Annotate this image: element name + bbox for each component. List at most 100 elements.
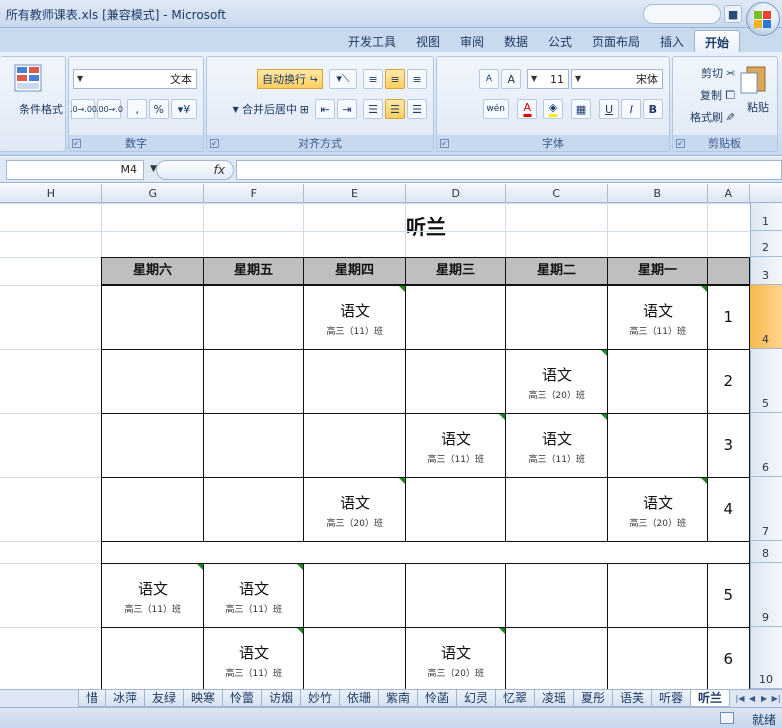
sheet-tab-7[interactable]: 怜菡 xyxy=(416,690,457,707)
timetable-cell[interactable] xyxy=(303,413,406,478)
ribbon-tab-1[interactable]: 插入 xyxy=(650,30,694,54)
name-box[interactable]: M4 ▼ xyxy=(6,160,157,180)
cut-button[interactable]: ✂ 剪切 xyxy=(701,63,735,83)
timetable-cell[interactable]: 语文 高三（11）班 xyxy=(405,413,506,478)
formula-input[interactable] xyxy=(236,160,782,180)
row-header-5[interactable]: 5 xyxy=(750,349,782,413)
period-number-cell[interactable]: 3 xyxy=(707,413,750,478)
align-bottom-icon[interactable]: ≡ xyxy=(363,69,383,89)
sheet-tab-10[interactable]: 妙竹 xyxy=(299,690,340,707)
timetable-cell[interactable] xyxy=(607,413,708,478)
grow-font-button[interactable]: A xyxy=(501,69,521,89)
period-number-cell[interactable]: 6 xyxy=(707,627,750,689)
sheet-tab-5[interactable]: 忆翠 xyxy=(494,690,535,707)
row-header-7[interactable]: 7 xyxy=(750,477,782,541)
row-header-1[interactable]: 1 xyxy=(750,203,782,231)
sheet-tab-2[interactable]: 语芙 xyxy=(611,690,652,707)
font-launcher[interactable]: ↘ xyxy=(440,139,449,148)
sheet-tab-1[interactable]: 听蓉 xyxy=(650,690,691,707)
next-sheet-icon[interactable]: ▶ xyxy=(746,690,758,707)
timetable-cell[interactable]: 语文 高三（20）班 xyxy=(405,627,506,689)
macro-record-icon[interactable] xyxy=(720,712,734,724)
bold-button[interactable]: B xyxy=(643,99,663,119)
column-header-A[interactable]: A xyxy=(708,184,750,203)
sheet-tab-11[interactable]: 访烟 xyxy=(260,690,301,707)
paste-button[interactable]: 粘贴 xyxy=(747,97,769,117)
column-header-E[interactable]: E xyxy=(304,184,406,203)
increase-indent-icon[interactable]: ⇥ xyxy=(315,99,335,119)
underline-button[interactable]: U xyxy=(599,99,619,119)
align-center-icon[interactable]: ☰ xyxy=(385,99,405,119)
ribbon-tab-5[interactable]: 审阅 xyxy=(450,30,494,54)
decrease-decimal-button[interactable]: .0→.00 xyxy=(69,99,97,119)
timetable-cell[interactable] xyxy=(405,349,506,414)
office-button[interactable] xyxy=(746,2,780,36)
clipboard-launcher[interactable]: ↘ xyxy=(676,139,685,148)
borders-icon[interactable]: ▦ xyxy=(571,99,591,119)
comma-button[interactable]: , xyxy=(127,99,147,119)
ribbon-tab-2[interactable]: 页面布局 xyxy=(582,30,650,54)
font-name-select[interactable]: 宋体 ▼ xyxy=(571,69,663,89)
timetable-cell[interactable] xyxy=(303,563,406,628)
sheet-tab-15[interactable]: 冰萍 xyxy=(104,690,145,707)
column-header-G[interactable]: G xyxy=(102,184,204,203)
sheet-tab-13[interactable]: 映寒 xyxy=(182,690,223,707)
format-painter-button[interactable]: ✎ 格式刷 xyxy=(690,107,735,127)
ribbon-tab-4[interactable]: 数据 xyxy=(494,30,538,54)
align-middle-icon[interactable]: ≡ xyxy=(385,69,405,89)
sheet-tab-9[interactable]: 依珊 xyxy=(338,690,379,707)
row-header-4[interactable]: 4 xyxy=(750,285,782,349)
column-header-C[interactable]: C xyxy=(506,184,608,203)
timetable-cell[interactable]: 语文 高三（11）班 xyxy=(303,285,406,350)
timetable-cell[interactable] xyxy=(607,563,708,628)
sheet-tab-4[interactable]: 凌瑶 xyxy=(533,690,574,707)
sheet-tab-0[interactable]: 听兰 xyxy=(689,690,730,707)
insert-function-button[interactable]: fx xyxy=(156,160,234,180)
align-left-icon[interactable]: ☰ xyxy=(407,99,427,119)
number-launcher[interactable]: ↘ xyxy=(72,139,81,148)
timetable-cell[interactable]: 语文 高三（20）班 xyxy=(505,349,608,414)
ribbon-tab-6[interactable]: 视图 xyxy=(406,30,450,54)
align-top-icon[interactable]: ≡ xyxy=(407,69,427,89)
period-number-cell[interactable]: 4 xyxy=(707,477,750,542)
worksheet-grid[interactable]: 听兰 星期一 星期二 星期三 星期四 星期五 星期六 1 语文 高三（11）班 语文 高三（11）班… xyxy=(0,203,750,689)
timetable-cell[interactable] xyxy=(101,413,204,478)
timetable-cell[interactable]: 语文 高三（11）班 xyxy=(505,413,608,478)
timetable-cell[interactable] xyxy=(405,477,506,542)
orientation-icon[interactable]: ⟋▾ xyxy=(329,69,357,89)
timetable-cell[interactable] xyxy=(303,349,406,414)
timetable-cell[interactable] xyxy=(405,285,506,350)
period-number-cell[interactable]: 2 xyxy=(707,349,750,414)
font-size-select[interactable]: 11 ▼ xyxy=(527,69,569,89)
timetable-cell[interactable] xyxy=(203,477,304,542)
timetable-cell[interactable] xyxy=(203,285,304,350)
timetable-cell[interactable] xyxy=(203,349,304,414)
row-header-8[interactable]: 8 xyxy=(750,541,782,563)
ribbon-tab-7[interactable]: 开发工具 xyxy=(338,30,406,54)
last-sheet-icon[interactable]: ▶| xyxy=(734,690,746,707)
shrink-font-button[interactable]: A xyxy=(479,69,499,89)
timetable-cell[interactable]: 语文 高三（11）班 xyxy=(101,563,204,628)
column-header-H[interactable]: H xyxy=(0,184,102,203)
timetable-cell[interactable] xyxy=(101,349,204,414)
alignment-launcher[interactable]: ↘ xyxy=(210,139,219,148)
percent-button[interactable]: % xyxy=(149,99,169,119)
timetable-cell[interactable]: 语文 高三（11）班 xyxy=(203,563,304,628)
row-header-10[interactable]: 10 xyxy=(750,627,782,689)
timetable-cell[interactable] xyxy=(505,627,608,689)
column-header-D[interactable]: D xyxy=(406,184,506,203)
sheet-tab-16[interactable]: 惜 xyxy=(77,690,106,707)
timetable-cell[interactable] xyxy=(101,477,204,542)
prev-sheet-icon[interactable]: ◀ xyxy=(758,690,770,707)
column-header-B[interactable]: B xyxy=(608,184,708,203)
font-color-button[interactable]: A xyxy=(517,99,537,119)
ribbon-tab-0[interactable]: 开始 xyxy=(693,30,740,54)
sheet-tab-14[interactable]: 友绿 xyxy=(143,690,184,707)
period-number-cell[interactable]: 1 xyxy=(707,285,750,350)
italic-button[interactable]: I xyxy=(621,99,641,119)
undo-redo-group[interactable] xyxy=(643,4,721,24)
paste-icon[interactable] xyxy=(739,63,769,95)
increase-decimal-button[interactable]: .00→.0 xyxy=(95,99,123,119)
sheet-tab-12[interactable]: 怜蕾 xyxy=(221,690,262,707)
period-number-cell[interactable]: 5 xyxy=(707,563,750,628)
